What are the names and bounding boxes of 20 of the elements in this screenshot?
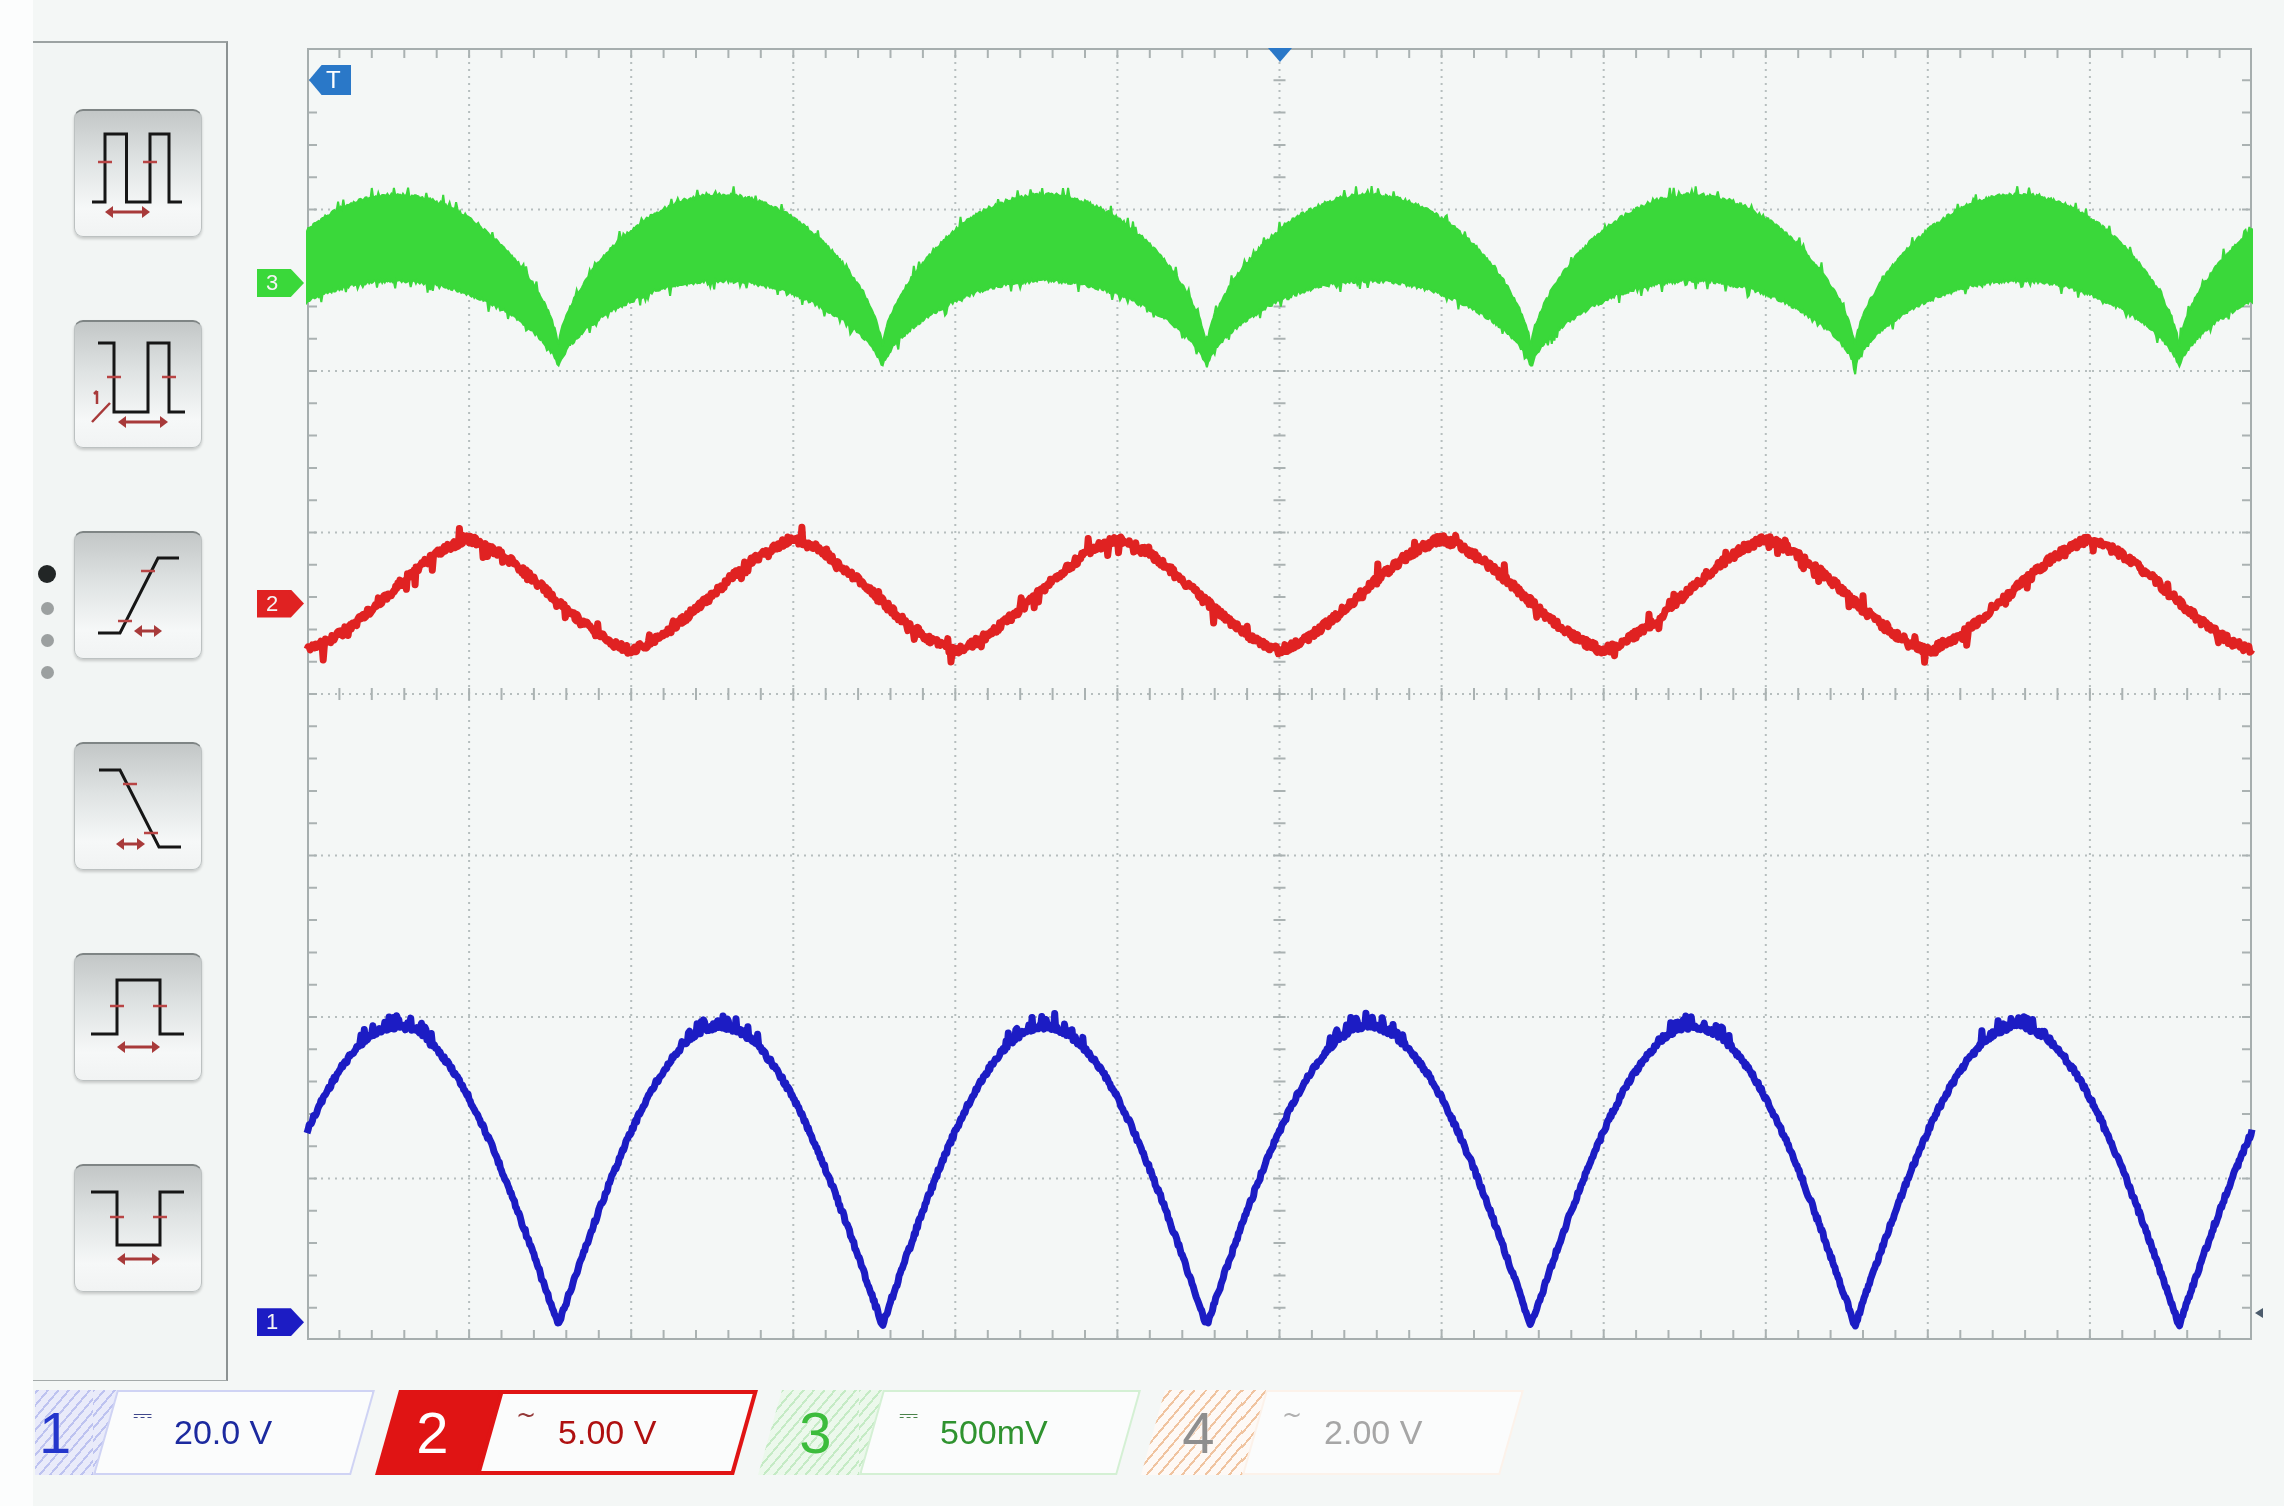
channel-marker[interactable]: 2 xyxy=(257,589,304,618)
channel-scale-button[interactable]: ⎓ 20.0 V xyxy=(93,1390,375,1475)
measure-button[interactable] xyxy=(74,953,202,1081)
channel-scale-button[interactable]: ~ 2.00 V xyxy=(1242,1390,1524,1475)
channel-scale-button[interactable]: ⎓ 500mV xyxy=(859,1390,1141,1475)
measure-button[interactable] xyxy=(74,109,202,237)
page-dot[interactable] xyxy=(38,565,56,583)
page-dot[interactable] xyxy=(40,602,54,615)
measure-button[interactable] xyxy=(74,320,202,448)
channel-number-tab[interactable]: 2 xyxy=(375,1390,476,1475)
channel-scale-button[interactable]: ~ 5.00 V xyxy=(476,1390,758,1475)
channel-number-tab[interactable]: 1 xyxy=(35,1390,93,1475)
trigger-marker[interactable]: T xyxy=(309,65,351,95)
page-dot[interactable] xyxy=(40,634,54,647)
measure-button[interactable] xyxy=(74,1164,202,1292)
down-triangle-icon[interactable] xyxy=(1267,48,1292,62)
pulse-fraction-icon xyxy=(88,339,188,430)
page-dot[interactable] xyxy=(40,666,54,679)
channel-marker[interactable]: 1 xyxy=(257,1308,304,1337)
left-pointer-icon xyxy=(2255,1307,2263,1318)
